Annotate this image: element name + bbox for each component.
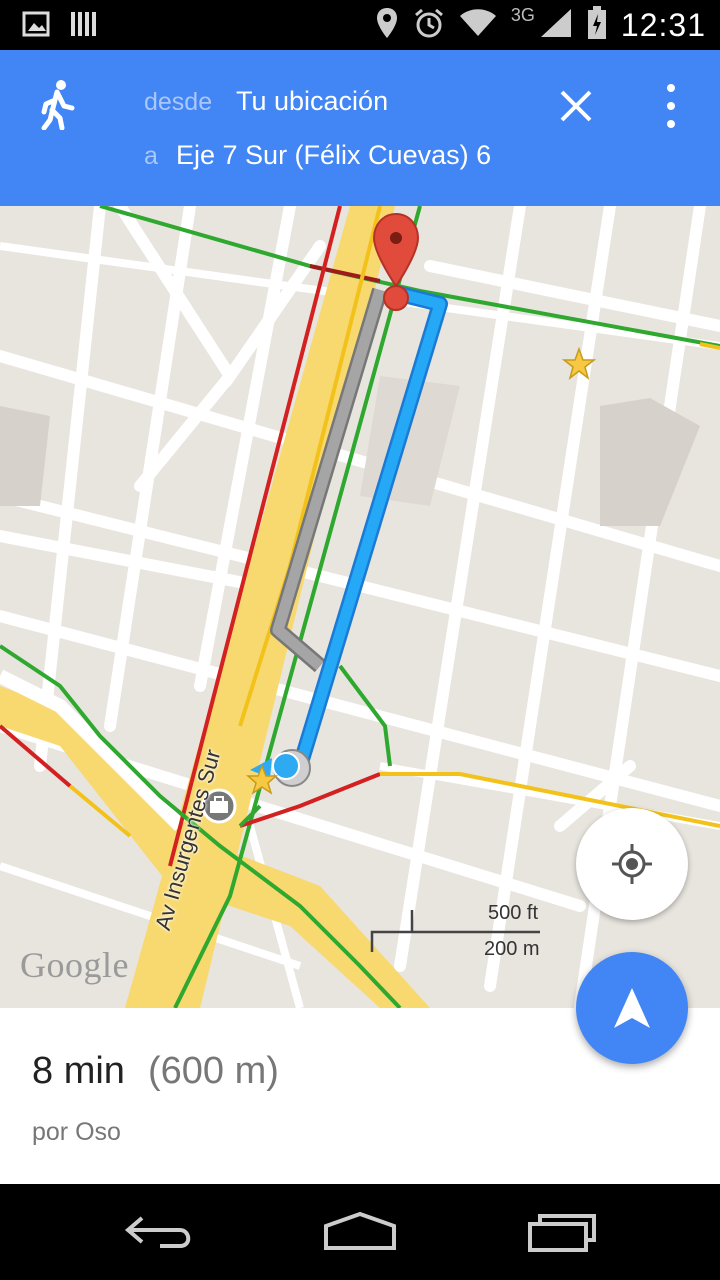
- back-icon[interactable]: [124, 1210, 196, 1259]
- google-logo: Google: [20, 945, 129, 985]
- route-duration: 8 min: [32, 1050, 125, 1092]
- network-type-label: 3G: [510, 5, 535, 25]
- close-icon[interactable]: [556, 86, 596, 126]
- route-distance: (600 m): [148, 1050, 279, 1092]
- more-options-icon[interactable]: [656, 84, 686, 128]
- system-navigation-bar: [0, 1184, 720, 1280]
- my-location-button[interactable]: [576, 808, 688, 920]
- alarm-icon: [413, 7, 445, 44]
- start-navigation-button[interactable]: [576, 952, 688, 1064]
- signal-icon: [539, 7, 573, 44]
- clock: 12:31: [620, 7, 706, 43]
- route-via: por Oso: [32, 1118, 121, 1146]
- recents-icon[interactable]: [526, 1210, 598, 1259]
- origin-label: desde: [144, 88, 213, 116]
- scale-metric: 200 m: [484, 938, 540, 960]
- status-bar: 3G 12:31: [0, 0, 720, 50]
- image-icon: [22, 11, 50, 42]
- navigation-arrow-icon: [614, 988, 650, 1028]
- origin-field[interactable]: Tu ubicación: [236, 86, 388, 117]
- wifi-icon: [459, 8, 497, 43]
- directions-header: desde Tu ubicación a Eje 7 Sur (Félix Cu…: [0, 50, 720, 206]
- battery-icon: [587, 6, 607, 45]
- crosshair-icon: [612, 844, 652, 884]
- destination-label: a: [144, 142, 158, 170]
- home-icon[interactable]: [322, 1210, 398, 1259]
- walk-icon[interactable]: [36, 80, 80, 131]
- scale-imperial: 500 ft: [488, 902, 539, 924]
- destination-field[interactable]: Eje 7 Sur (Félix Cuevas) 6: [176, 140, 491, 171]
- barcode-icon: [70, 10, 98, 43]
- location-icon: [375, 7, 399, 44]
